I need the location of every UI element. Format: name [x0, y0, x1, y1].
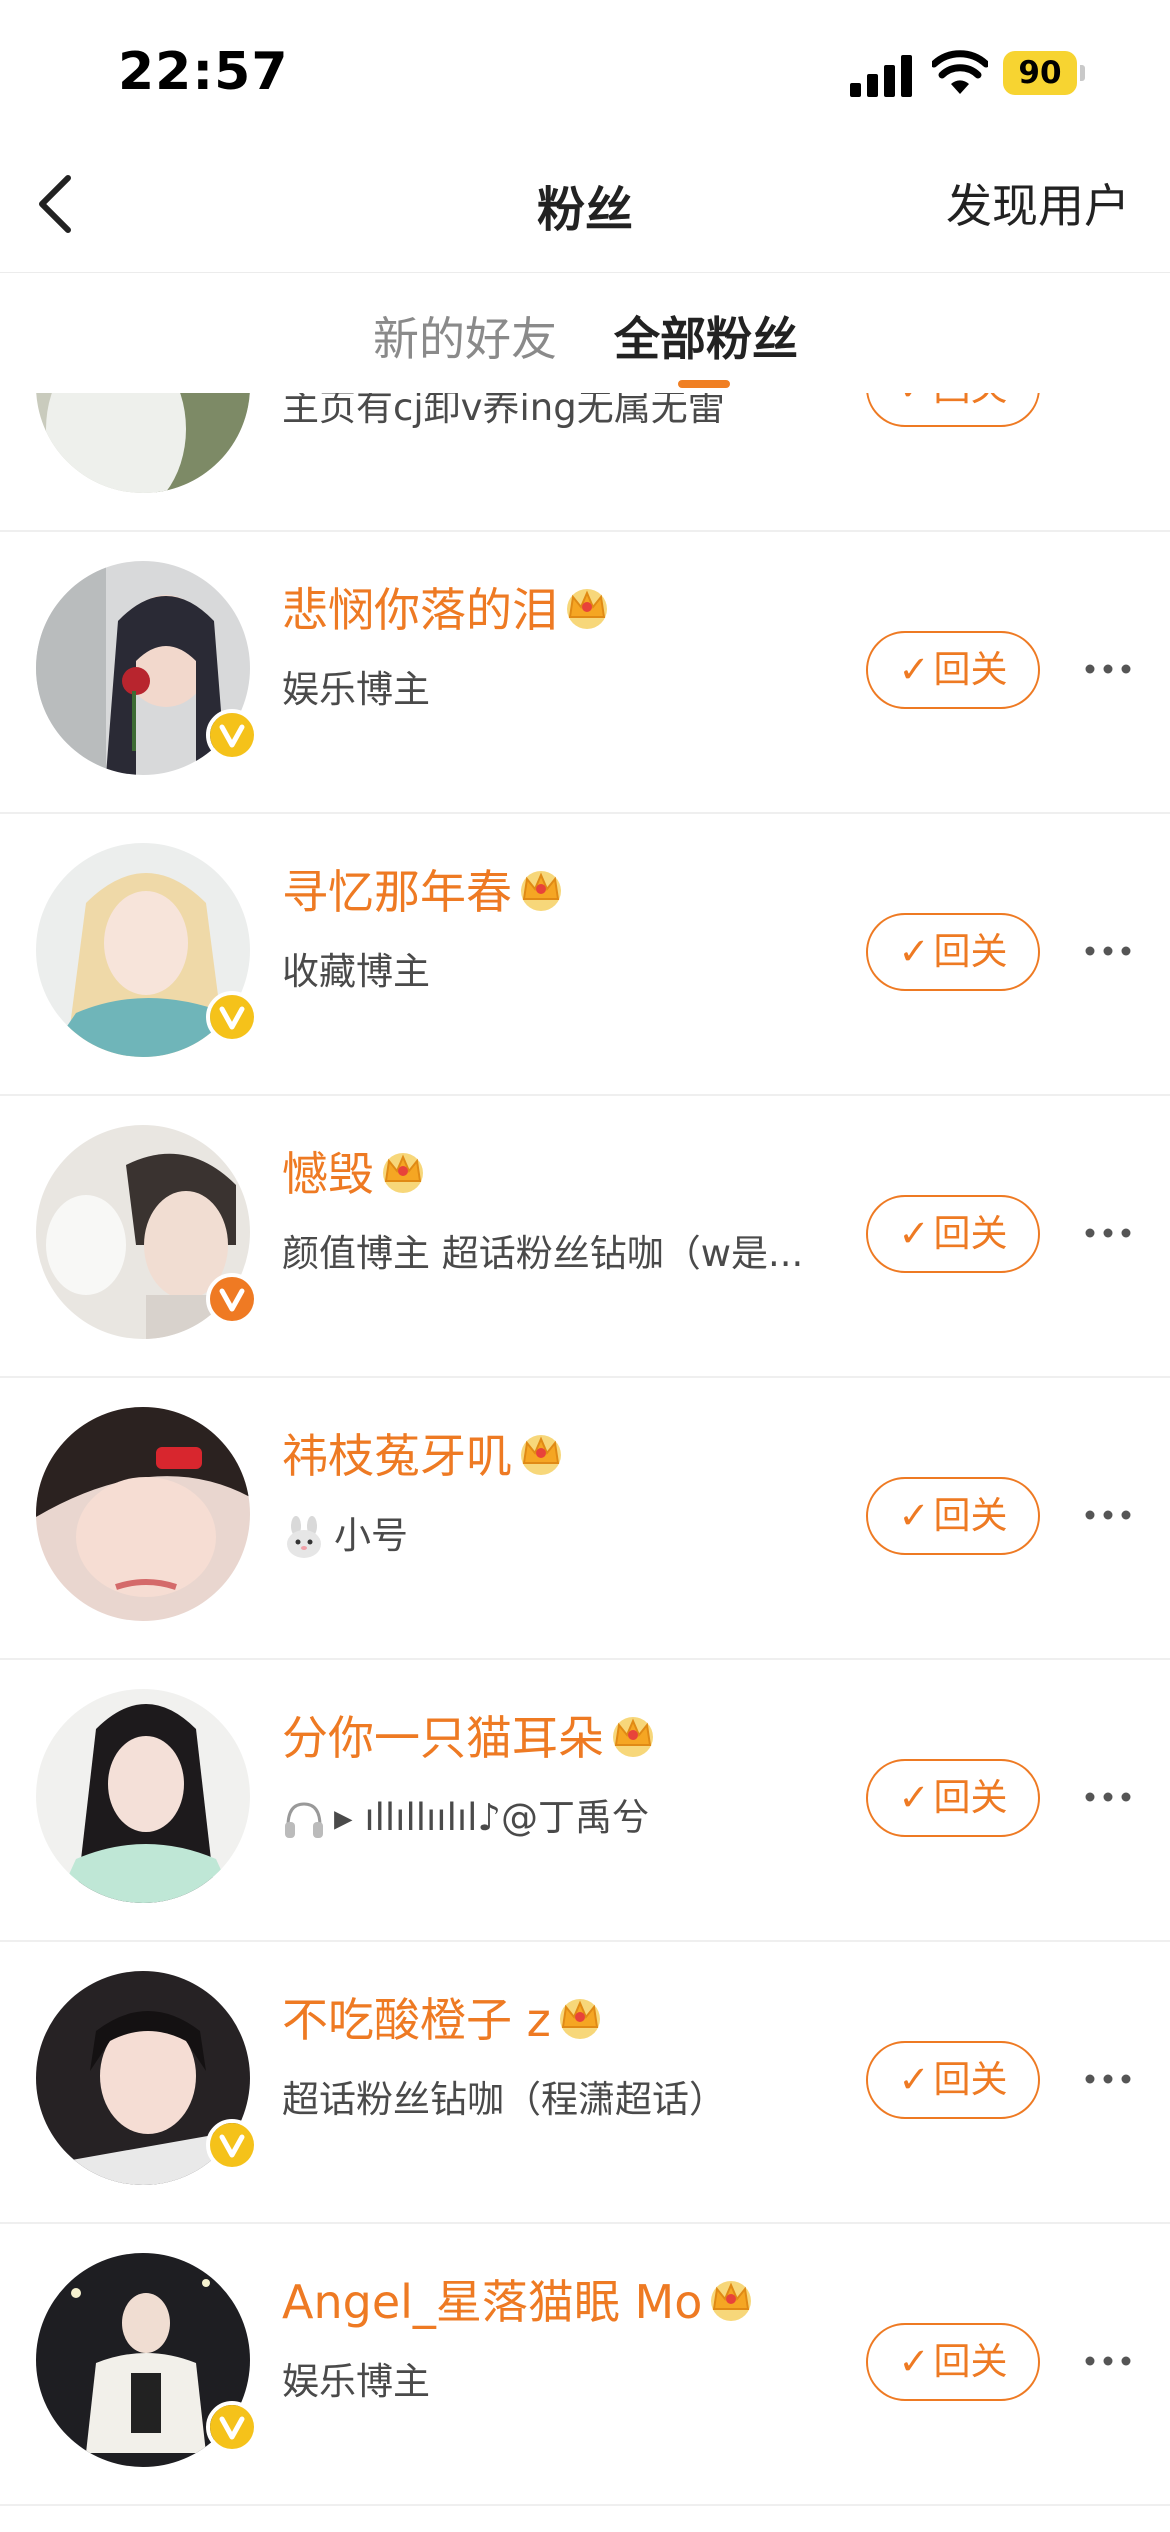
status-time: 22:57: [118, 42, 289, 102]
tab-all-fans[interactable]: 全部粉丝: [614, 303, 798, 369]
fan-name-line: Angel_星落猫眠 Mo: [282, 2266, 758, 2330]
follow-back-button[interactable]: ✓回关: [866, 1477, 1040, 1555]
battery-indicator: 90: [1003, 51, 1085, 95]
more-options-button[interactable]: [1084, 645, 1132, 693]
avatar[interactable]: [36, 1689, 250, 1903]
fan-description: 超话粉丝钻咖（程潇超话）: [282, 2078, 726, 2121]
list-item[interactable]: 悲悯你落的泪 娱乐博主 ✓ 回关: [0, 532, 1170, 814]
crown-icon: [514, 865, 568, 913]
fan-description: 娱乐博主: [282, 2360, 430, 2403]
avatar[interactable]: [36, 393, 250, 493]
more-options-button[interactable]: [1084, 927, 1132, 975]
battery-level: 90: [1018, 55, 1062, 91]
more-options-button[interactable]: [1084, 2055, 1132, 2103]
list-item[interactable]: 寻忆那年春 收藏博主 ✓ 回关: [0, 814, 1170, 1096]
list-item[interactable]: 不吃酸橙子 z 超话粉丝钻咖（程潇超话） ✓ 回关: [0, 1942, 1170, 2224]
follow-back-button[interactable]: ✓回关: [866, 1195, 1040, 1273]
list-item[interactable]: 主页有cj卸v养ing无属无雷 ✓回关: [0, 393, 1170, 532]
fan-description: 收藏博主: [282, 950, 430, 993]
fan-name-line: 寻忆那年春: [282, 856, 568, 920]
status-bar: 22:57 90: [0, 0, 1170, 140]
verified-badge-icon: [206, 2119, 258, 2171]
follow-back-button[interactable]: ✓回关: [866, 393, 1040, 427]
fans-list-viewport[interactable]: 主页有cj卸v养ing无属无雷 ✓回关: [0, 393, 1170, 2532]
list-item[interactable]: 分你一只猫耳朵 ▸ ıllıllıılıl♪@丁禹兮 ✓ 回关: [0, 1660, 1170, 1942]
more-options-button[interactable]: [1084, 2337, 1132, 2385]
discover-users-button[interactable]: 发现用户: [946, 170, 1130, 236]
fan-name[interactable]: 悲悯你落的泪: [282, 583, 558, 637]
nav-bar: 粉丝 发现用户: [0, 140, 1170, 273]
list-item[interactable]: 憾毁 颜值博主 超话粉丝钻咖（w是... ✓ 回关: [0, 1096, 1170, 1378]
avatar[interactable]: [36, 1407, 250, 1621]
fan-name-line: 悲悯你落的泪: [282, 574, 614, 638]
verified-badge-icon: [206, 991, 258, 1043]
verified-badge-icon: [206, 709, 258, 761]
tab-new-friends[interactable]: 新的好友: [373, 303, 557, 369]
crown-icon: [606, 1711, 660, 1759]
follow-back-button[interactable]: ✓回关: [866, 1759, 1040, 1837]
verified-badge-icon: [206, 2401, 258, 2453]
fan-name-line: 祎枝菟牙叽: [282, 1420, 568, 1484]
more-options-button[interactable]: [1084, 1209, 1132, 1257]
fan-description: 娱乐博主: [282, 668, 430, 711]
follow-back-button[interactable]: ✓回关: [866, 631, 1040, 709]
fans-page: 22:57 90 粉丝 发现用户 新的好友 全部粉丝 主页有cj卸v养ing无属…: [0, 0, 1170, 2532]
fan-description: ▸ ıllıllıılıl♪@丁禹兮: [282, 1787, 649, 1842]
fan-name[interactable]: 分你一只猫耳朵: [282, 1711, 604, 1765]
fan-name[interactable]: 不吃酸橙子 z: [282, 1993, 551, 2047]
crown-icon: [704, 2275, 758, 2323]
fan-name[interactable]: 憾毁: [282, 1147, 374, 1201]
fan-name-line: 分你一只猫耳朵: [282, 1702, 660, 1766]
crown-icon: [560, 583, 614, 631]
verified-badge-icon: [206, 1273, 258, 1325]
fan-name-line: 不吃酸橙子 z: [282, 1984, 607, 2048]
list-item[interactable]: 祎枝菟牙叽 小号 ✓ 回关: [0, 1378, 1170, 1660]
more-options-button[interactable]: [1084, 1773, 1132, 1821]
fan-name[interactable]: 寻忆那年春: [282, 865, 512, 919]
fan-description: 小号: [282, 1505, 408, 1560]
list-item[interactable]: Angel_星落猫眠 Mo 娱乐博主 ✓ 回关: [0, 2224, 1170, 2506]
fan-description: 颜值博主 超话粉丝钻咖（w是...: [282, 1232, 804, 1275]
more-options-button[interactable]: [1084, 1491, 1132, 1539]
wifi-icon: [932, 50, 988, 94]
follow-back-button[interactable]: ✓回关: [866, 2041, 1040, 2119]
active-tab-indicator: [678, 380, 730, 388]
cellular-signal-icon: [850, 55, 912, 97]
crown-icon: [553, 1993, 607, 2041]
crown-icon: [514, 1429, 568, 1477]
follow-back-button[interactable]: ✓回关: [866, 2323, 1040, 2401]
fan-name[interactable]: Angel_星落猫眠 Mo: [282, 2275, 702, 2329]
headphones-icon: [285, 1801, 323, 1838]
follow-back-button[interactable]: ✓回关: [866, 913, 1040, 991]
rabbit-icon: [287, 1515, 321, 1558]
fan-description: 主页有cj卸v养ing无属无雷: [282, 393, 725, 429]
crown-icon: [376, 1147, 430, 1195]
fan-name[interactable]: 祎枝菟牙叽: [282, 1429, 512, 1483]
fan-name-line: 憾毁: [282, 1138, 430, 1202]
tab-bar: 新的好友 全部粉丝: [0, 273, 1170, 393]
